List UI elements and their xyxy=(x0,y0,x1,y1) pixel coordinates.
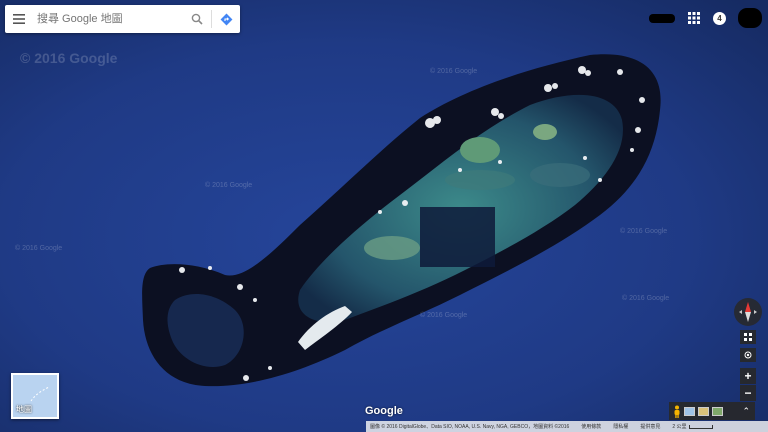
tilt-button[interactable] xyxy=(740,330,756,344)
attribution-text: 圖像 © 2016 DigitalGlobe、Data SIO, NOAA, U… xyxy=(370,424,570,430)
directions-icon xyxy=(220,13,232,25)
search-icon xyxy=(191,13,203,25)
tile-watermark: © 2016 Google xyxy=(430,68,478,75)
hamburger-icon xyxy=(13,14,25,24)
scale-indicator[interactable]: 2 公里 xyxy=(672,423,713,430)
imagery-panel: ⌃ xyxy=(669,402,755,420)
search-button[interactable] xyxy=(183,5,211,33)
terms-link[interactable]: 使用條款 xyxy=(581,423,601,430)
tile-watermark: © 2016 Google xyxy=(15,245,63,252)
apps-grid-icon[interactable] xyxy=(687,11,701,25)
scale-bar xyxy=(688,424,713,429)
attribution-bar: 圖像 © 2016 DigitalGlobe、Data SIO, NOAA, U… xyxy=(366,421,768,432)
account-area: 4 xyxy=(649,8,762,28)
zoom-out-button[interactable]: − xyxy=(740,385,756,401)
pegman-icon[interactable] xyxy=(673,405,681,418)
search-box xyxy=(5,5,240,33)
search-input[interactable] xyxy=(33,9,183,29)
compass-button[interactable] xyxy=(734,298,762,326)
zoom-in-button[interactable]: + xyxy=(740,368,756,384)
scale-label: 2 公里 xyxy=(672,424,687,430)
menu-button[interactable] xyxy=(5,5,33,33)
notification-badge[interactable]: 4 xyxy=(713,11,726,25)
map-type-toggle[interactable]: 地圖 xyxy=(11,373,59,419)
directions-button[interactable] xyxy=(212,5,240,33)
privacy-link[interactable]: 隱私權 xyxy=(613,423,628,430)
imagery-thumbnail[interactable] xyxy=(684,406,695,416)
tile-watermark: © 2016 Google xyxy=(420,312,468,319)
redacted-account-name xyxy=(649,13,675,23)
expand-icon[interactable]: ⌃ xyxy=(742,406,750,417)
grid-icon xyxy=(744,333,752,341)
tile-watermark: © 2016 Google xyxy=(205,182,253,189)
map-watermark: © 2016 Google xyxy=(20,50,118,66)
tile-watermark: © 2016 Google xyxy=(622,295,670,302)
compass-icon xyxy=(739,302,757,322)
feedback-link[interactable]: 提供意見 xyxy=(640,423,660,430)
google-logo: Google xyxy=(365,405,403,417)
location-icon xyxy=(744,351,752,359)
imagery-thumbnail[interactable] xyxy=(698,406,709,416)
imagery-thumbnail[interactable] xyxy=(712,406,723,416)
my-location-button[interactable] xyxy=(740,348,756,362)
minimap-label: 地圖 xyxy=(16,405,32,414)
tile-watermark: © 2016 Google xyxy=(620,228,668,235)
redacted-avatar[interactable] xyxy=(738,8,762,28)
